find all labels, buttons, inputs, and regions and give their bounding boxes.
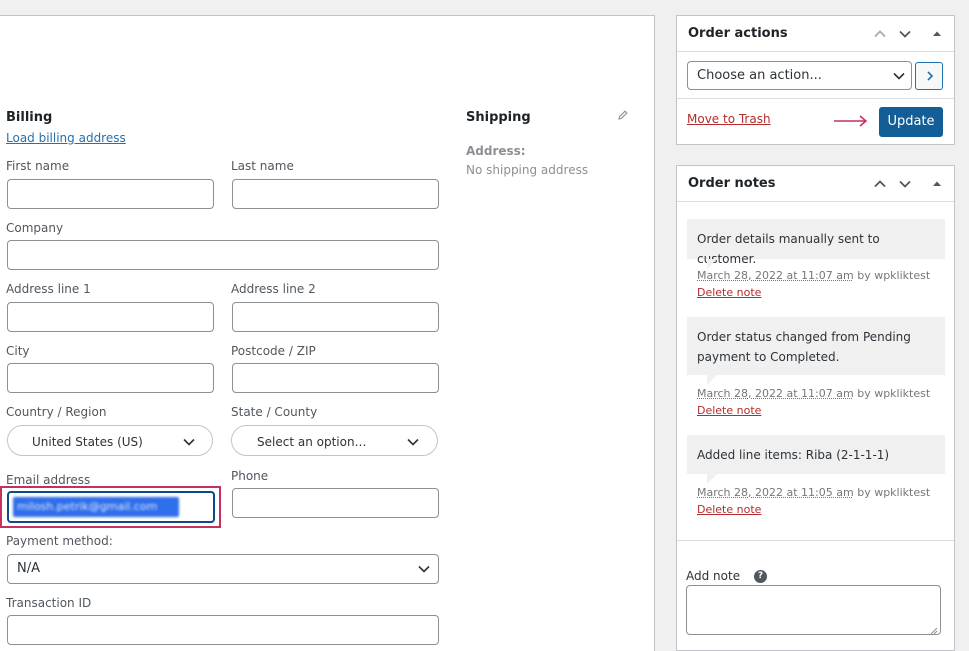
collapse-toggle-icon[interactable] xyxy=(929,176,945,192)
note-item: Order status changed from Pending paymen… xyxy=(687,317,945,385)
state-select-value: Select an option… xyxy=(257,435,367,449)
country-label: Country / Region xyxy=(6,405,107,419)
email-label: Email address xyxy=(6,473,91,487)
chevron-down-icon xyxy=(406,435,420,449)
note-text: Added line items: Riba (2-1-1-1) xyxy=(697,448,890,462)
city-input[interactable] xyxy=(7,363,214,393)
shipping-title: Shipping xyxy=(466,110,531,125)
payment-method-select[interactable]: N/A xyxy=(7,554,439,584)
first-name-label: First name xyxy=(6,159,70,173)
chevron-down-icon xyxy=(892,69,906,83)
note-meta: March 28, 2022 at 11:07 am by wpkliktest… xyxy=(697,267,947,301)
note-time: March 28, 2022 at 11:07 am xyxy=(697,387,854,400)
note-meta: March 28, 2022 at 11:05 am by wpkliktest… xyxy=(697,484,947,518)
last-name-label: Last name xyxy=(231,159,294,173)
address-line-2-label: Address line 2 xyxy=(231,282,316,296)
note-author: by wpkliktest xyxy=(853,269,931,282)
help-tip-icon[interactable]: ? xyxy=(754,570,767,583)
billing-title: Billing xyxy=(6,110,53,125)
move-up-icon[interactable] xyxy=(872,176,888,192)
shipping-address-value: No shipping address xyxy=(466,163,589,177)
update-button[interactable]: Update xyxy=(879,107,943,137)
pencil-edit-icon[interactable] xyxy=(617,109,629,121)
note-time: March 28, 2022 at 11:05 am xyxy=(697,486,854,499)
order-notes-title: Order notes xyxy=(688,176,776,191)
postcode-label: Postcode / ZIP xyxy=(231,344,316,358)
order-notes-box: Order notes Order details manually sent … xyxy=(676,165,955,651)
divider xyxy=(677,98,954,99)
chevron-down-icon xyxy=(182,435,196,449)
add-note-textarea[interactable] xyxy=(686,585,941,635)
first-name-input[interactable] xyxy=(7,179,214,209)
note-meta: March 28, 2022 at 11:07 am by wpkliktest… xyxy=(697,385,947,419)
transaction-id-input[interactable] xyxy=(7,615,439,645)
add-note-label: Add note xyxy=(686,569,741,583)
order-actions-title: Order actions xyxy=(688,26,788,41)
apply-action-button[interactable] xyxy=(915,62,943,90)
note-author: by wpkliktest xyxy=(853,486,931,499)
chevron-down-icon xyxy=(417,562,431,576)
email-input[interactable]: milosh.petrik@gmail.com xyxy=(7,491,215,523)
note-item: Added line items: Riba (2-1-1-1) xyxy=(687,435,945,484)
load-billing-address-link[interactable]: Load billing address xyxy=(6,131,126,145)
address-line-2-input[interactable] xyxy=(232,302,439,332)
delete-note-link[interactable]: Delete note xyxy=(697,286,761,299)
delete-note-link[interactable]: Delete note xyxy=(697,503,761,516)
note-item: Order details manually sent to customer. xyxy=(687,219,945,269)
note-author: by wpkliktest xyxy=(853,387,931,400)
state-label: State / County xyxy=(231,405,318,419)
transaction-id-label: Transaction ID xyxy=(6,596,92,610)
email-input-value: milosh.petrik@gmail.com xyxy=(17,500,158,513)
state-select[interactable]: Select an option… xyxy=(231,425,438,456)
company-label: Company xyxy=(6,221,64,235)
collapse-toggle-icon[interactable] xyxy=(929,26,945,42)
note-time: March 28, 2022 at 11:07 am xyxy=(697,269,854,282)
country-select[interactable]: United States (US) xyxy=(7,425,213,456)
move-up-icon[interactable] xyxy=(872,26,888,42)
postcode-input[interactable] xyxy=(232,363,439,393)
address-line-1-input[interactable] xyxy=(7,302,214,332)
move-to-trash-link[interactable]: Move to Trash xyxy=(687,112,771,126)
move-down-icon[interactable] xyxy=(897,26,913,42)
shipping-address-label: Address: xyxy=(466,144,526,158)
order-action-select-value: Choose an action... xyxy=(697,68,822,83)
order-action-select[interactable]: Choose an action... xyxy=(687,61,912,90)
country-select-value: United States (US) xyxy=(32,435,143,449)
company-input[interactable] xyxy=(7,240,439,270)
note-text: Order status changed from Pending paymen… xyxy=(697,330,911,364)
arrow-right-icon xyxy=(833,115,869,127)
address-line-1-label: Address line 1 xyxy=(6,282,91,296)
payment-method-label: Payment method: xyxy=(6,534,113,548)
last-name-input[interactable] xyxy=(232,179,439,209)
payment-method-value: N/A xyxy=(17,561,40,576)
divider xyxy=(677,540,954,541)
note-text: Order details manually sent to customer. xyxy=(697,232,880,266)
phone-label: Phone xyxy=(231,469,269,483)
order-actions-header: Order actions xyxy=(677,16,954,52)
resize-handle-icon[interactable] xyxy=(930,624,938,635)
order-notes-header: Order notes xyxy=(677,166,954,202)
delete-note-link[interactable]: Delete note xyxy=(697,404,761,417)
city-label: City xyxy=(6,344,30,358)
phone-input[interactable] xyxy=(232,488,439,518)
move-down-icon[interactable] xyxy=(897,176,913,192)
